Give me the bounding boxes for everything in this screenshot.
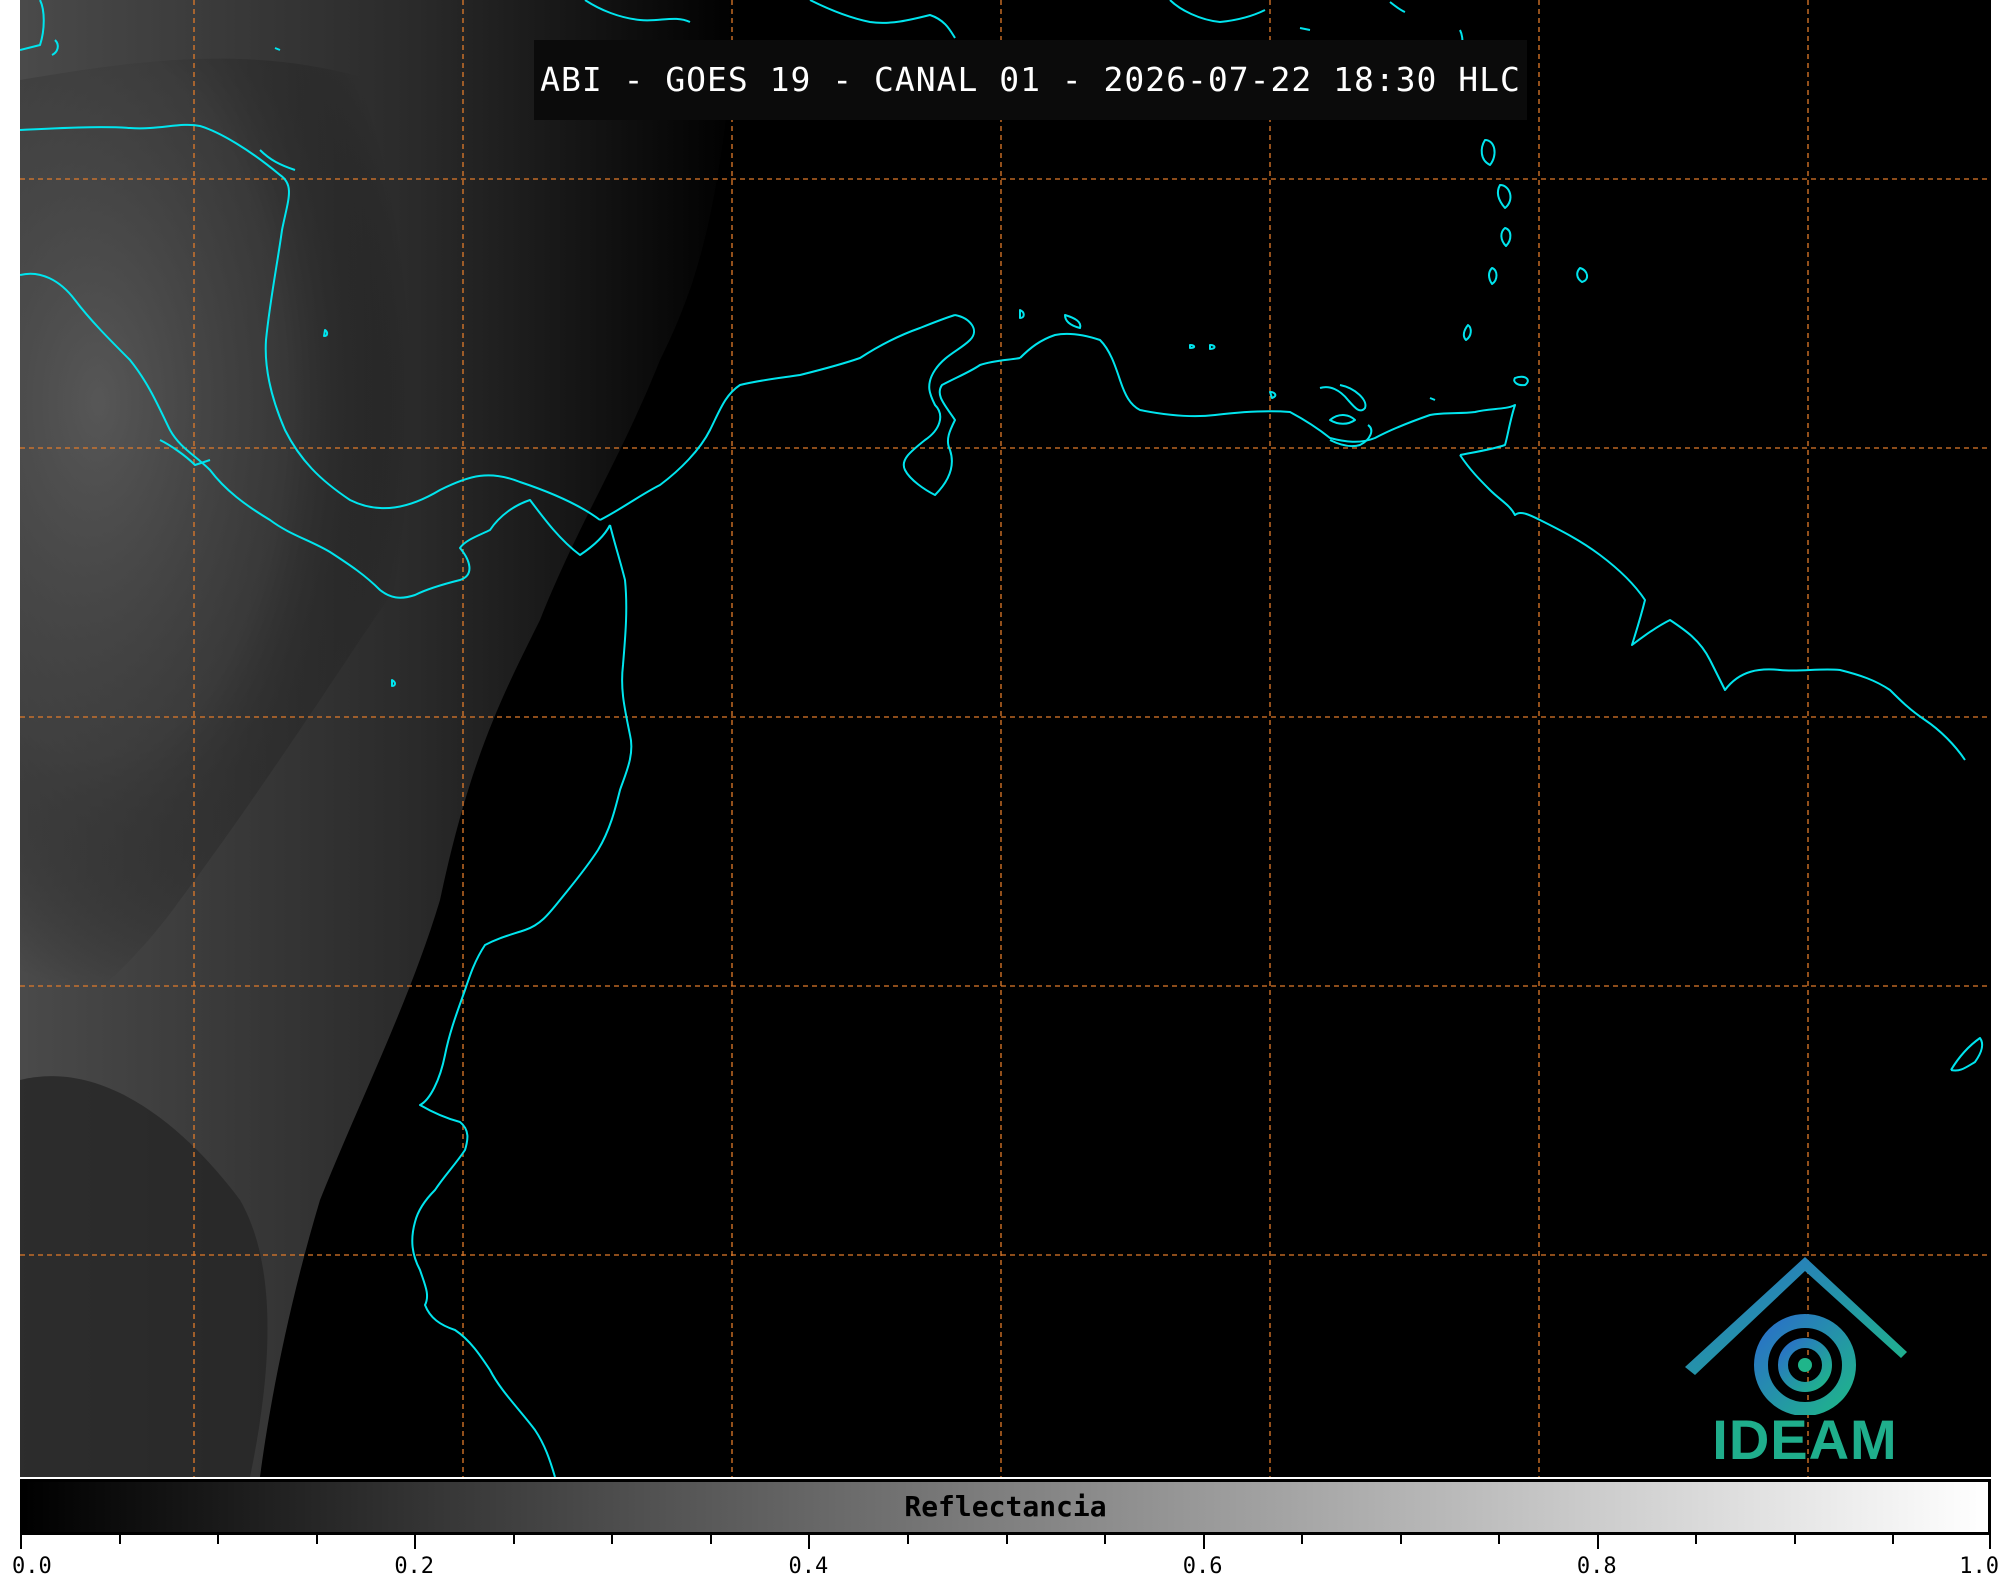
colorbar-minor-tick <box>1892 1535 1895 1544</box>
colorbar-minor-tick <box>1695 1535 1698 1544</box>
colorbar-major-tick <box>20 1535 22 1549</box>
colorbar-major-tick <box>1202 1535 1205 1549</box>
colorbar-tick-label: 0.8 <box>1576 1554 1617 1579</box>
map-title: ABI - GOES 19 - CANAL 01 - 2026-07-22 18… <box>534 40 1527 120</box>
ideam-logo-icon <box>1685 1257 1907 1415</box>
colorbar-tick-label: 0.6 <box>1182 1554 1223 1579</box>
colorbar-tick-label: 0.2 <box>394 1554 435 1579</box>
colorbar-major-tick <box>414 1535 417 1549</box>
colorbar: Reflectancia <box>20 1479 1991 1535</box>
colorbar-minor-tick <box>1005 1535 1008 1544</box>
satellite-map: ABI - GOES 19 - CANAL 01 - 2026-07-22 18… <box>20 0 1991 1477</box>
colorbar-minor-tick <box>1399 1535 1402 1544</box>
colorbar-tick-label: 0.0 <box>12 1554 52 1579</box>
colorbar-tick-label: 0.4 <box>788 1554 829 1579</box>
colorbar-minor-tick <box>217 1535 220 1544</box>
colorbar-tick-label: 1.0 <box>1959 1554 1999 1579</box>
colorbar-major-tick <box>808 1535 811 1549</box>
ideam-logo: IDEAM <box>1665 1255 1945 1475</box>
colorbar-minor-tick <box>1498 1535 1501 1544</box>
colorbar-minor-tick <box>1104 1535 1107 1544</box>
colorbar-major-tick <box>1596 1535 1599 1549</box>
colorbar-minor-tick <box>611 1535 614 1544</box>
colorbar-label: Reflectancia <box>904 1490 1107 1523</box>
colorbar-minor-tick <box>512 1535 515 1544</box>
colorbar-minor-tick <box>315 1535 318 1544</box>
colorbar-minor-tick <box>1793 1535 1796 1544</box>
colorbar-minor-tick <box>709 1535 712 1544</box>
colorbar-ticks: 0.0 0.2 0.4 0.6 0.8 1.0 <box>12 1535 1999 1579</box>
logo-text: IDEAM <box>1712 1408 1898 1471</box>
colorbar-minor-tick <box>118 1535 121 1544</box>
colorbar-minor-tick <box>1301 1535 1304 1544</box>
colorbar-major-tick <box>1989 1535 1991 1549</box>
colorbar-minor-tick <box>906 1535 909 1544</box>
